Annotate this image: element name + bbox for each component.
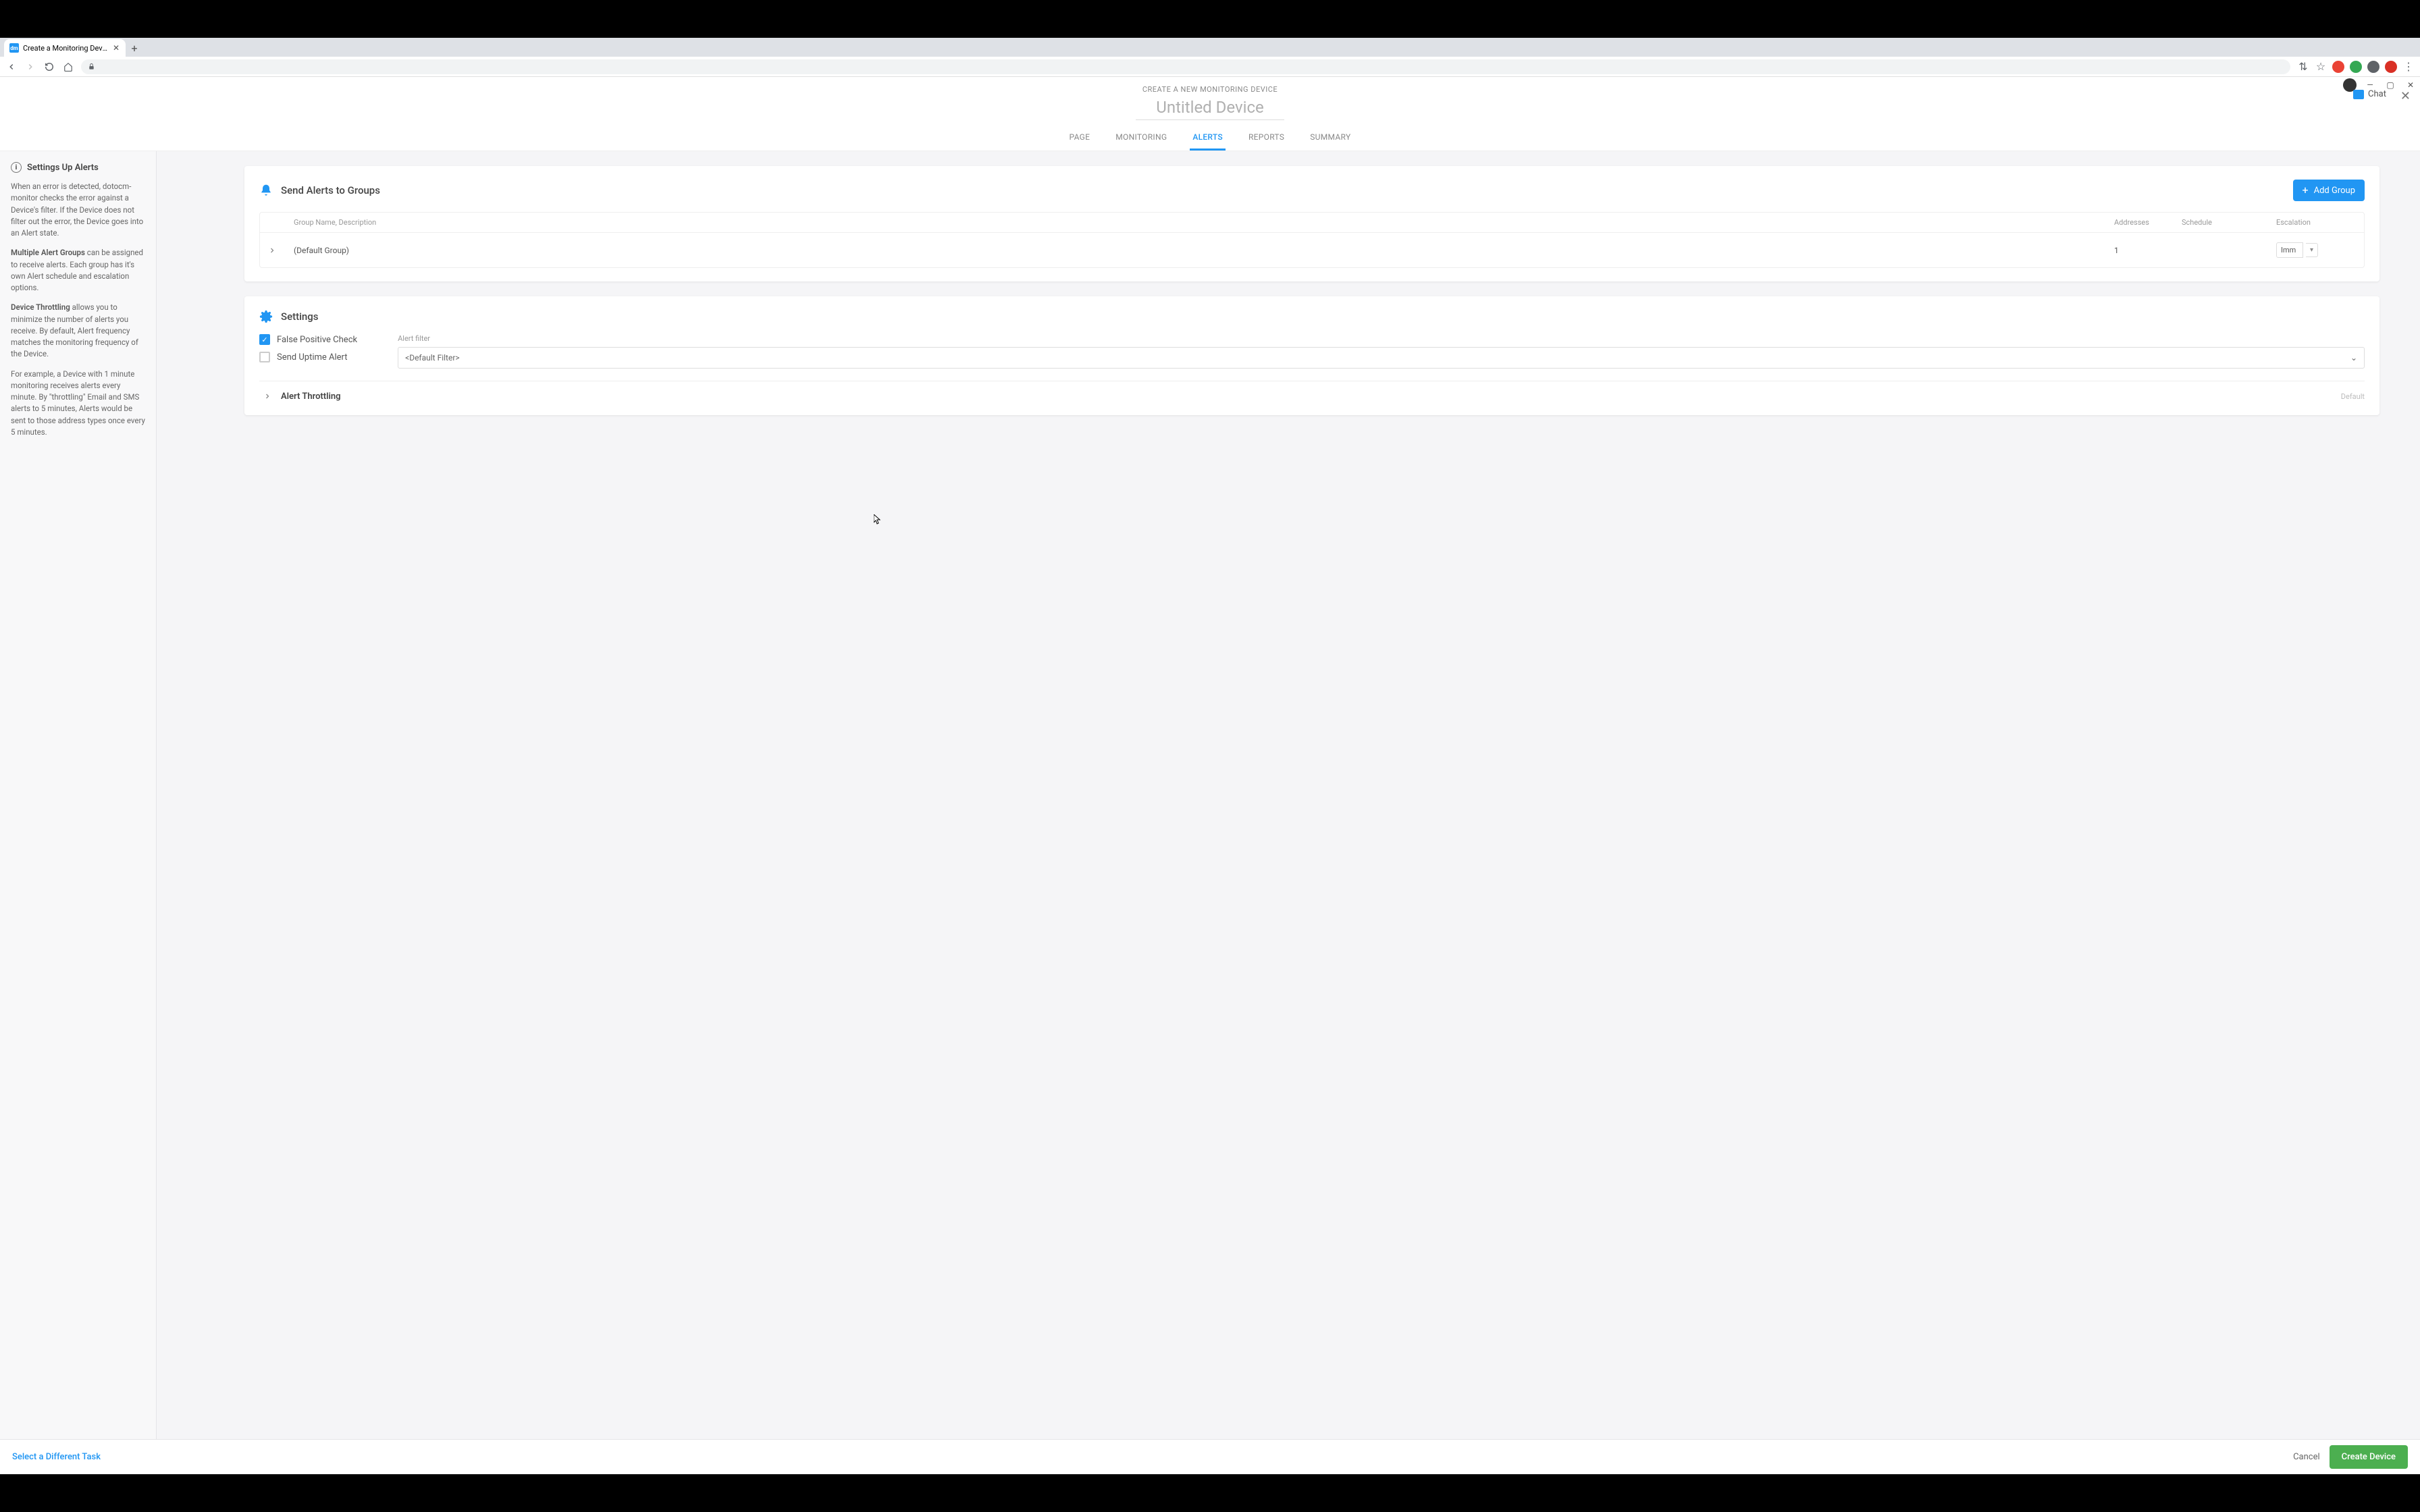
card-title: Send Alerts to Groups — [281, 184, 380, 196]
reload-icon[interactable] — [43, 61, 55, 73]
sidebar-text: For example, a Device with 1 minute moni… — [11, 369, 145, 439]
select-different-task-link[interactable]: Select a Different Task — [12, 1452, 101, 1462]
tab-page[interactable]: PAGE — [1067, 127, 1093, 151]
send-uptime-checkbox[interactable]: Send Uptime Alert — [259, 352, 357, 362]
tab-title: Create a Monitoring Device — [23, 44, 108, 53]
page-subtitle: CREATE A NEW MONITORING DEVICE — [0, 85, 2420, 94]
tab-reports[interactable]: REPORTS — [1246, 127, 1287, 151]
back-icon[interactable] — [5, 61, 18, 73]
chevron-down-icon: ⌄ — [2350, 353, 2357, 362]
app-header: CREATE A NEW MONITORING DEVICE Untitled … — [0, 77, 2420, 151]
home-icon[interactable] — [62, 61, 74, 73]
translate-icon[interactable]: ⇅ — [2297, 61, 2309, 73]
alert-throttling-row[interactable]: Alert Throttling Default — [259, 381, 2365, 402]
browser-tab[interactable]: dm Create a Monitoring Device ✕ — [4, 39, 126, 57]
help-sidebar: i Settings Up Alerts When an error is de… — [0, 151, 157, 1439]
gear-icon — [259, 310, 273, 323]
extension-icon[interactable] — [2350, 61, 2362, 73]
info-icon: i — [11, 162, 22, 173]
chat-icon — [2353, 90, 2364, 99]
group-name: (Default Group) — [294, 246, 2114, 255]
browser-toolbar: ⇅ ☆ ⋮ — [0, 57, 2420, 77]
tab-alerts[interactable]: ALERTS — [1190, 127, 1226, 151]
footer-bar: Select a Different Task Cancel Create De… — [0, 1439, 2420, 1474]
checkbox-icon: ✓ — [259, 334, 270, 345]
add-group-button[interactable]: + Add Group — [2293, 180, 2365, 201]
card-title: Settings — [281, 310, 319, 323]
create-device-button[interactable]: Create Device — [2330, 1445, 2408, 1469]
checkbox-icon — [259, 352, 270, 362]
forward-icon[interactable] — [24, 61, 36, 73]
groups-table: Group Name, Description Addresses Schedu… — [259, 212, 2365, 268]
close-tab-icon[interactable]: ✕ — [112, 44, 120, 52]
address-bar[interactable] — [81, 59, 2290, 74]
alerts-groups-card: Send Alerts to Groups + Add Group Group … — [244, 166, 2379, 281]
kebab-menu-icon[interactable]: ⋮ — [2402, 61, 2415, 73]
sidebar-text: When an error is detected, dotocm-monito… — [11, 181, 145, 239]
alert-filter-select[interactable]: <Default Filter> ⌄ — [398, 347, 2365, 369]
false-positive-checkbox[interactable]: ✓ False Positive Check — [259, 334, 357, 345]
table-row: (Default Group)1 Imm▾ — [260, 233, 2364, 267]
plus-icon: + — [2303, 185, 2309, 196]
chevron-right-icon — [262, 391, 273, 402]
col-header: Group Name, Description — [294, 218, 2114, 227]
settings-card: Settings ✓ False Positive Check Send Upt… — [244, 296, 2379, 415]
sidebar-text: Multiple Alert Groups can be assigned to… — [11, 247, 145, 294]
sidebar-text: Device Throttling allows you to minimize… — [11, 302, 145, 360]
tab-summary[interactable]: SUMMARY — [1307, 127, 1353, 151]
star-icon[interactable]: ☆ — [2315, 61, 2327, 73]
sidebar-title: i Settings Up Alerts — [11, 162, 145, 173]
cancel-button[interactable]: Cancel — [2284, 1447, 2330, 1467]
chat-label: Chat — [2368, 89, 2386, 99]
lock-icon — [88, 63, 95, 70]
escalation-value: Imm — [2276, 242, 2303, 258]
escalation-dropdown[interactable]: ▾ — [2306, 243, 2318, 257]
favicon-icon: dm — [9, 43, 19, 53]
browser-tab-strip: dm Create a Monitoring Device ✕ + — [0, 38, 2420, 57]
group-addresses: 1 — [2114, 246, 2182, 255]
throttle-badge: Default — [2341, 392, 2365, 401]
col-header: Escalation — [2276, 218, 2357, 227]
profile-avatar-icon[interactable] — [2385, 61, 2397, 73]
new-tab-button[interactable]: + — [126, 39, 143, 57]
close-panel-icon[interactable]: ✕ — [2400, 89, 2411, 103]
bell-icon — [259, 184, 273, 197]
col-header: Schedule — [2182, 218, 2276, 227]
tab-monitoring[interactable]: MONITORING — [1113, 127, 1169, 151]
chevron-right-icon[interactable] — [267, 245, 278, 256]
extensions-menu-icon[interactable] — [2367, 61, 2379, 73]
extension-icon[interactable] — [2332, 61, 2344, 73]
device-name-input[interactable]: Untitled Device — [1136, 98, 1284, 120]
chat-button[interactable]: Chat — [2353, 89, 2386, 99]
col-header: Addresses — [2114, 218, 2182, 227]
filter-label: Alert filter — [398, 334, 2365, 343]
